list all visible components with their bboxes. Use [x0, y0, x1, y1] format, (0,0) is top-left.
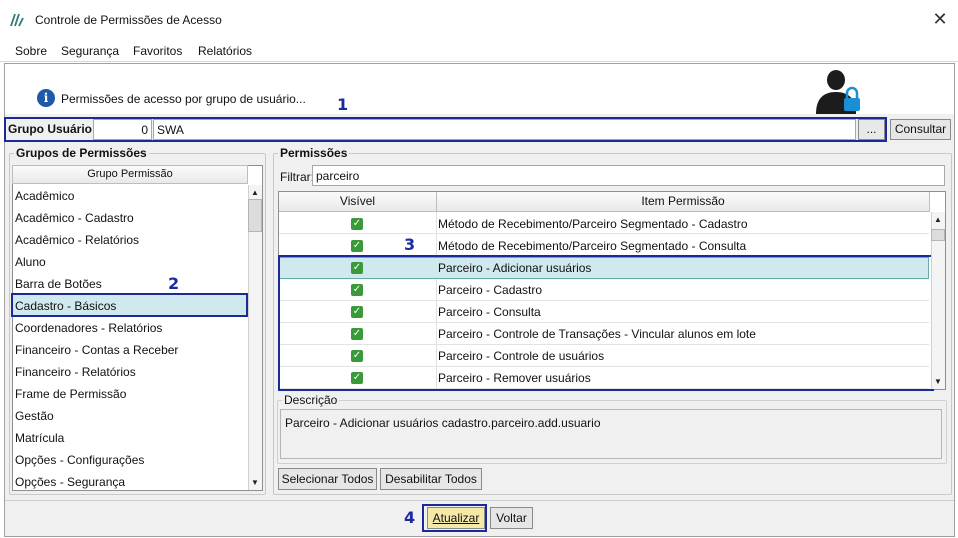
permissions-scroll-thumb[interactable]	[931, 229, 945, 241]
checkbox-checked-icon[interactable]: ✓	[351, 240, 363, 252]
column-header-item[interactable]: Item Permissão	[437, 192, 930, 212]
list-item[interactable]: Opções - Configurações	[14, 449, 246, 471]
menu-relatorios[interactable]: Relatórios	[198, 44, 252, 58]
list-item[interactable]: Barra de Botões	[14, 273, 246, 295]
menu-favoritos[interactable]: Favoritos	[133, 44, 182, 58]
grupos-title: Grupos de Permissões	[14, 146, 149, 160]
info-icon: i	[37, 89, 55, 107]
select-all-button[interactable]: Selecionar Todos	[278, 468, 377, 490]
permissoes-title: Permissões	[278, 146, 350, 160]
list-item[interactable]: Financeiro - Contas a Receber	[14, 339, 246, 361]
grupo-usuario-code-field[interactable]: 0	[93, 119, 152, 140]
marker-3: 3	[404, 235, 416, 254]
grupo-lookup-button[interactable]: ...	[858, 119, 885, 140]
marker-4: 4	[404, 508, 416, 527]
list-item-selected[interactable]: Cadastro - Básicos	[14, 295, 246, 317]
list-item[interactable]: Acadêmico	[14, 185, 246, 207]
list-item[interactable]: Acadêmico - Relatórios	[14, 229, 246, 251]
permission-item: Método de Recebimento/Parceiro Segmentad…	[438, 217, 748, 231]
list-item[interactable]: Gestão	[14, 405, 246, 427]
grupo-usuario-label: Grupo Usuário:	[8, 122, 97, 136]
descricao-title: Descrição	[282, 393, 340, 407]
filter-label: Filtrar:	[280, 170, 314, 184]
permission-item: Método de Recebimento/Parceiro Segmentad…	[438, 239, 747, 253]
consultar-button[interactable]: Consultar	[890, 119, 951, 140]
scroll-up-arrow-icon[interactable]: ▲	[931, 213, 945, 226]
back-button[interactable]: Voltar	[490, 507, 533, 529]
marker-1: 1	[337, 95, 349, 114]
list-item[interactable]: Opções - Segurança	[14, 471, 246, 489]
scroll-up-arrow-icon[interactable]: ▲	[248, 186, 262, 199]
grupos-column-header[interactable]: Grupo Permissão	[12, 165, 248, 184]
column-header-visivel[interactable]: Visível	[279, 192, 437, 212]
list-item[interactable]: Acadêmico - Cadastro	[14, 207, 246, 229]
marker-2: 2	[168, 274, 180, 293]
filter-input[interactable]: parceiro	[312, 165, 945, 186]
menu-seguranca[interactable]: Segurança	[61, 44, 119, 58]
list-item[interactable]: Frame de Permissão	[14, 383, 246, 405]
list-item[interactable]: Coordenadores - Relatórios	[14, 317, 246, 339]
window-title: Controle de Permissões de Acesso	[35, 13, 222, 27]
menu-sobre[interactable]: Sobre	[15, 44, 47, 58]
checkbox-checked-icon[interactable]: ✓	[351, 218, 363, 230]
permissions-highlight	[278, 255, 934, 391]
grupo-usuario-name-field[interactable]: SWA	[153, 119, 856, 140]
menu-bar: Sobre Segurança Favoritos Relatórios	[0, 40, 958, 62]
info-text: Permissões de acesso por grupo de usuári…	[61, 92, 306, 106]
close-button[interactable]: ✕	[926, 8, 954, 32]
grupos-scroll-thumb[interactable]	[248, 199, 262, 232]
list-item[interactable]: Aluno	[14, 251, 246, 273]
app-logo-icon	[10, 13, 24, 27]
update-button[interactable]: Atualizar	[427, 507, 485, 529]
scroll-down-arrow-icon[interactable]: ▼	[248, 476, 262, 489]
user-lock-icon	[816, 70, 860, 114]
list-item[interactable]: Financeiro - Relatórios	[14, 361, 246, 383]
descricao-text: Parceiro - Adicionar usuários cadastro.p…	[285, 416, 601, 430]
disable-all-button[interactable]: Desabilitar Todos	[380, 468, 482, 490]
list-item[interactable]: Matrícula	[14, 427, 246, 449]
scroll-down-arrow-icon[interactable]: ▼	[931, 375, 945, 388]
